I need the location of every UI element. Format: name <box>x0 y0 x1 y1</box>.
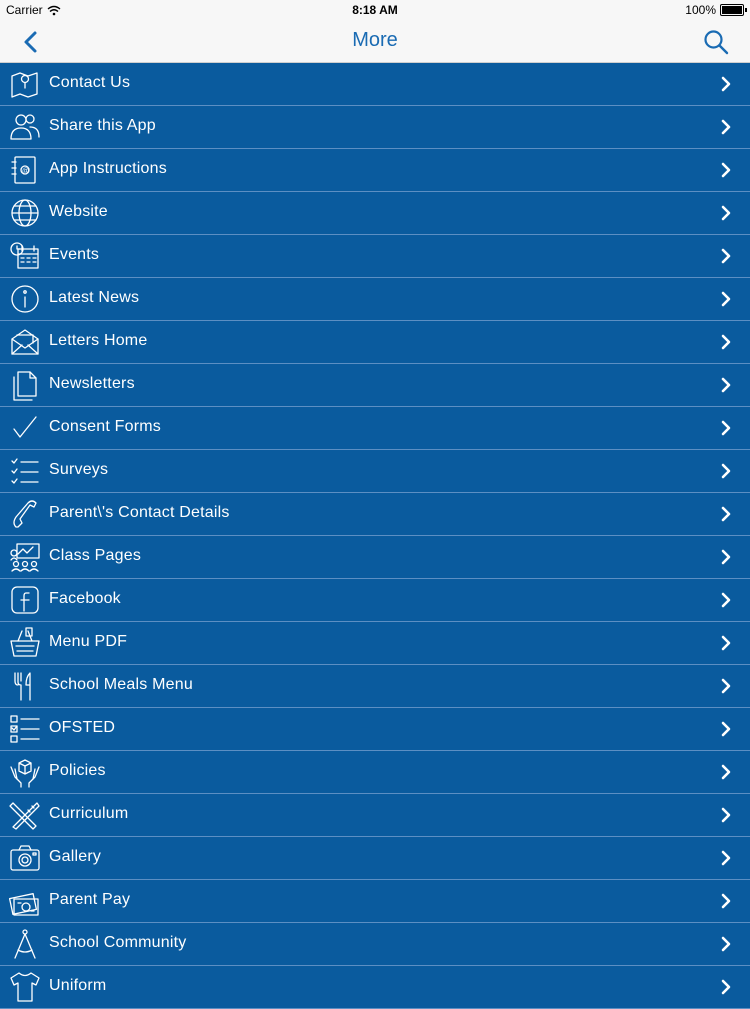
chevron-right-icon <box>720 893 732 909</box>
menu-item-9[interactable]: Consent Forms <box>0 407 750 450</box>
chevron-right-icon <box>720 334 732 350</box>
tshirt-icon <box>8 970 42 1004</box>
calendar-clock-icon <box>8 239 42 273</box>
chevron-right-icon <box>720 205 732 221</box>
chevron-right-icon <box>720 76 732 92</box>
menu-item-label: Surveys <box>49 461 109 478</box>
menu-item-14[interactable]: Menu PDF <box>0 622 750 665</box>
menu-item-15[interactable]: School Meals Menu <box>0 665 750 708</box>
chevron-right-icon <box>720 463 732 479</box>
pencil-ruler-icon <box>8 798 42 832</box>
chevron-right-icon <box>720 936 732 952</box>
chevron-right-icon <box>720 506 732 522</box>
menu-item-label: Curriculum <box>49 805 129 822</box>
globe-icon <box>8 196 42 230</box>
menu-item-21[interactable]: School Community <box>0 923 750 966</box>
checkbox-list-icon <box>8 712 42 746</box>
envelope-open-icon <box>8 325 42 359</box>
chevron-right-icon <box>720 592 732 608</box>
chevron-right-icon <box>720 979 732 995</box>
phone-handset-icon <box>8 497 42 531</box>
chevron-right-icon <box>720 377 732 393</box>
svg-text:@: @ <box>22 168 29 175</box>
camera-icon <box>8 841 42 875</box>
menu-item-label: Parent\'s Contact Details <box>49 504 230 521</box>
navigation-bar: More <box>0 20 750 63</box>
menu-item-6[interactable]: Latest News <box>0 278 750 321</box>
menu-item-1[interactable]: Contact Us <box>0 63 750 106</box>
classroom-icon <box>8 540 42 574</box>
chevron-right-icon <box>720 248 732 264</box>
battery-info: 100% <box>685 3 747 17</box>
menu-item-22[interactable]: Uniform <box>0 966 750 1009</box>
menu-item-12[interactable]: Class Pages <box>0 536 750 579</box>
chevron-right-icon <box>720 678 732 694</box>
menu-list: Contact Us Share this App @ App Instruction… <box>0 63 750 1009</box>
menu-item-label: App Instructions <box>49 160 167 177</box>
menu-item-label: Facebook <box>49 590 121 607</box>
chevron-right-icon <box>720 420 732 436</box>
menu-item-label: Newsletters <box>49 375 135 392</box>
menu-item-3[interactable]: @ App Instructions <box>0 149 750 192</box>
menu-item-17[interactable]: Policies <box>0 751 750 794</box>
menu-item-label: Menu PDF <box>49 633 128 650</box>
battery-icon <box>720 4 747 16</box>
menu-item-2[interactable]: Share this App <box>0 106 750 149</box>
hands-box-icon <box>8 755 42 789</box>
menu-item-label: Consent Forms <box>49 418 161 435</box>
clock: 8:18 AM <box>352 3 398 17</box>
menu-item-10[interactable]: Surveys <box>0 450 750 493</box>
menu-item-4[interactable]: Website <box>0 192 750 235</box>
menu-item-8[interactable]: Newsletters <box>0 364 750 407</box>
documents-icon <box>8 368 42 402</box>
checklist-icon <box>8 454 42 488</box>
menu-item-label: Events <box>49 246 100 263</box>
compass-icon <box>8 927 42 961</box>
address-book-icon: @ <box>8 153 42 187</box>
menu-item-label: OFSTED <box>49 719 116 736</box>
menu-item-label: Class Pages <box>49 547 142 564</box>
chevron-right-icon <box>720 549 732 565</box>
menu-item-19[interactable]: Gallery <box>0 837 750 880</box>
users-icon <box>8 110 42 144</box>
chevron-right-icon <box>720 807 732 823</box>
menu-item-20[interactable]: Parent Pay <box>0 880 750 923</box>
menu-item-label: Gallery <box>49 848 102 865</box>
menu-item-label: Latest News <box>49 289 140 306</box>
page-title: More <box>352 29 398 51</box>
info-icon <box>8 282 42 316</box>
menu-item-label: School Community <box>49 934 187 951</box>
basket-icon <box>8 626 42 660</box>
money-icon <box>8 884 42 918</box>
chevron-right-icon <box>720 764 732 780</box>
search-icon <box>704 30 729 55</box>
chevron-right-icon <box>720 850 732 866</box>
menu-item-7[interactable]: Letters Home <box>0 321 750 364</box>
menu-item-label: Uniform <box>49 977 107 994</box>
menu-item-label: Website <box>49 203 108 220</box>
search-button[interactable] <box>702 28 730 56</box>
menu-item-11[interactable]: Parent\'s Contact Details <box>0 493 750 536</box>
battery-percent: 100% <box>685 3 716 17</box>
chevron-right-icon <box>720 635 732 651</box>
cutlery-icon <box>8 669 42 703</box>
chevron-right-icon <box>720 721 732 737</box>
map-pin-icon <box>8 67 42 101</box>
menu-item-16[interactable]: OFSTED <box>0 708 750 751</box>
status-bar: Carrier 8:18 AM 100% <box>0 0 750 20</box>
menu-item-label: Letters Home <box>49 332 148 349</box>
menu-item-5[interactable]: Events <box>0 235 750 278</box>
chevron-right-icon <box>720 291 732 307</box>
menu-item-label: Policies <box>49 762 106 779</box>
menu-item-18[interactable]: Curriculum <box>0 794 750 837</box>
facebook-icon <box>8 583 42 617</box>
checkmark-icon <box>8 411 42 445</box>
menu-item-label: Contact Us <box>49 74 131 91</box>
menu-item-label: School Meals Menu <box>49 676 193 693</box>
chevron-right-icon <box>720 119 732 135</box>
menu-item-label: Parent Pay <box>49 891 131 908</box>
menu-item-13[interactable]: Facebook <box>0 579 750 622</box>
chevron-right-icon <box>720 162 732 178</box>
menu-item-label: Share this App <box>49 117 156 134</box>
